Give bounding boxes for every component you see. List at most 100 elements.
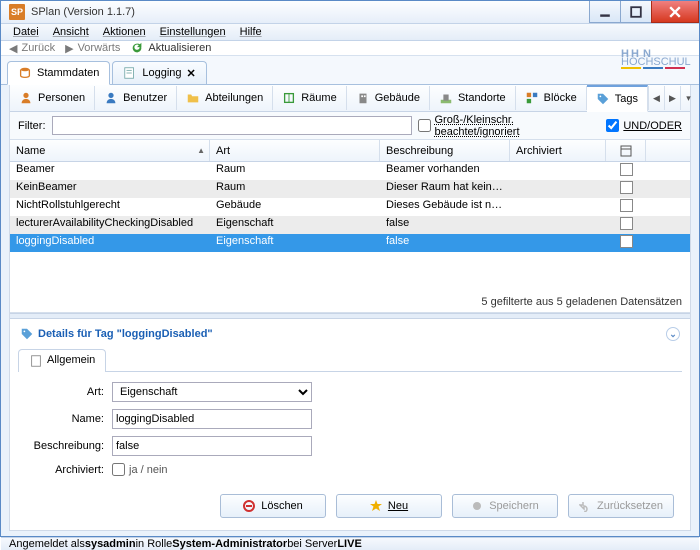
status-server: LIVE (337, 538, 361, 550)
menu-datei[interactable]: Datei (7, 24, 45, 40)
log-icon (123, 66, 137, 80)
row-checkbox[interactable] (620, 199, 633, 212)
tag-icon (20, 327, 34, 341)
grid-footer: 5 gefilterte aus 5 geladenen Datensätzen (10, 292, 690, 312)
menu-einstellungen[interactable]: Einstellungen (154, 24, 232, 40)
app-window: SP SPlan (Version 1.1.7) Datei Ansicht A… (0, 0, 700, 537)
expand-collapse-button[interactable]: ⌄ (666, 327, 680, 341)
subtab-gebaeude[interactable]: Gebäude (347, 86, 430, 110)
col-art[interactable]: Art (210, 140, 380, 161)
nav-back[interactable]: ◀ Zurück (9, 42, 55, 55)
table-row[interactable]: NichtRollstuhlgerecht Gebäude Dieses Geb… (10, 198, 690, 216)
main-tabbar: Stammdaten Logging ✕ (1, 56, 699, 85)
table-row[interactable]: loggingDisabled Eigenschaft false (10, 234, 690, 252)
subtab-bloecke[interactable]: Blöcke (516, 86, 587, 110)
delete-button[interactable]: Löschen (220, 494, 326, 518)
subtab-personen[interactable]: Personen (10, 86, 95, 110)
col-archiviert[interactable]: Archiviert (510, 140, 606, 161)
filterbar: Filter: Groß-/Kleinschr. beachtet/ignori… (10, 112, 690, 140)
details-tab-allgemein[interactable]: Allgemein (18, 349, 106, 372)
subtab-list-button[interactable]: ▾ (680, 86, 696, 110)
svg-text:HOCHSCHULE HEILBRONN: HOCHSCHULE HEILBRONN (621, 56, 691, 68)
subtab-scroll-right[interactable]: ▶ (664, 86, 680, 110)
close-tab-icon[interactable]: ✕ (187, 67, 196, 80)
statusbar: Angemeldet als sysadmin in Rolle System-… (1, 537, 699, 550)
content-area: Personen Benutzer Abteilungen Räume Gebä… (9, 85, 691, 531)
col-beschreibung[interactable]: Beschreibung (380, 140, 510, 161)
grid-body[interactable]: Beamer Raum Beamer vorhanden KeinBeamer … (10, 162, 690, 292)
subtab-scroll-left[interactable]: ◀ (648, 86, 664, 110)
folder-icon (186, 91, 200, 105)
menu-ansicht[interactable]: Ansicht (47, 24, 95, 40)
case-sensitivity-checkbox[interactable]: Groß-/Kleinschr. beachtet/ignoriert (418, 114, 601, 138)
field-name[interactable] (112, 409, 312, 429)
tag-icon (596, 92, 610, 106)
row-checkbox[interactable] (620, 163, 633, 176)
subtab-raeume[interactable]: Räume (273, 86, 346, 110)
tab-logging[interactable]: Logging ✕ (112, 61, 206, 84)
filter-label: Filter: (18, 120, 46, 132)
label-name: Name: (24, 413, 112, 425)
data-grid: Name▲ Art Beschreibung Archiviert Beamer… (10, 140, 690, 313)
sort-asc-icon: ▲ (197, 146, 205, 155)
status-user: sysadmin (85, 538, 136, 550)
col-name[interactable]: Name▲ (10, 140, 210, 161)
room-icon (282, 91, 296, 105)
grid-header: Name▲ Art Beschreibung Archiviert (10, 140, 690, 162)
row-checkbox[interactable] (620, 235, 633, 248)
field-art[interactable]: Eigenschaft (112, 382, 312, 402)
titlebar: SP SPlan (Version 1.1.7) (1, 1, 699, 24)
sheet-icon (29, 354, 43, 368)
tab-stammdaten[interactable]: Stammdaten (7, 61, 110, 85)
menubar: Datei Ansicht Aktionen Einstellungen Hil… (1, 24, 699, 41)
col-config[interactable] (606, 140, 646, 161)
subtab-standorte[interactable]: Standorte (430, 86, 516, 110)
label-art: Art: (24, 386, 112, 398)
building-icon (356, 91, 370, 105)
filter-input[interactable] (52, 116, 412, 135)
row-checkbox[interactable] (620, 181, 633, 194)
table-row[interactable]: Beamer Raum Beamer vorhanden (10, 162, 690, 180)
menu-aktionen[interactable]: Aktionen (97, 24, 152, 40)
table-row[interactable]: lecturerAvailabilityCheckingDisabled Eig… (10, 216, 690, 234)
refresh-icon (130, 41, 144, 55)
nav-forward[interactable]: ▶ Vorwärts (65, 42, 120, 55)
andor-checkbox[interactable]: UND/ODER (606, 119, 682, 132)
back-icon: ◀ (9, 42, 17, 55)
subtab-tags[interactable]: Tags (587, 85, 648, 112)
close-button[interactable] (651, 1, 699, 23)
undo-icon (579, 500, 591, 512)
blocks-icon (525, 91, 539, 105)
save-icon (471, 500, 483, 512)
menu-hilfe[interactable]: Hilfe (234, 24, 268, 40)
reset-button[interactable]: Zurücksetzen (568, 494, 674, 518)
minimize-button[interactable] (589, 1, 621, 23)
brand-logo: HHN HOCHSCHULE HEILBRONN (621, 45, 691, 69)
new-button[interactable]: Neu (336, 494, 442, 518)
sub-tabbar: Personen Benutzer Abteilungen Räume Gebä… (10, 85, 690, 112)
columns-icon (620, 145, 632, 157)
nav-toolbar: ◀ Zurück ▶ Vorwärts Aktualisieren HHN HO… (1, 41, 699, 56)
app-icon: SP (9, 4, 25, 20)
database-icon (18, 66, 32, 80)
label-archiviert: Archiviert: (24, 464, 112, 476)
details-panel: Details für Tag "loggingDisabled" ⌄ Allg… (10, 319, 690, 530)
field-archiviert[interactable] (112, 463, 125, 476)
table-row[interactable]: KeinBeamer Raum Dieser Raum hat keinen B… (10, 180, 690, 198)
user-icon (104, 91, 118, 105)
button-bar: Löschen Neu Speichern Zurücksetzen (18, 486, 682, 526)
maximize-button[interactable] (620, 1, 652, 23)
subtab-benutzer[interactable]: Benutzer (95, 86, 177, 110)
status-role: System-Administrator (172, 538, 287, 550)
field-beschreibung[interactable] (112, 436, 312, 456)
save-button[interactable]: Speichern (452, 494, 558, 518)
forward-icon: ▶ (65, 42, 73, 55)
label-beschreibung: Beschreibung: (24, 440, 112, 452)
nav-refresh[interactable]: Aktualisieren (130, 41, 211, 55)
row-checkbox[interactable] (620, 217, 633, 230)
details-form: Art: Eigenschaft Name: Beschreibung: Arc… (18, 372, 682, 486)
window-title: SPlan (Version 1.1.7) (31, 6, 135, 18)
delete-icon (243, 500, 255, 512)
subtab-abteilungen[interactable]: Abteilungen (177, 86, 273, 110)
details-tabbar: Allgemein (18, 349, 682, 372)
